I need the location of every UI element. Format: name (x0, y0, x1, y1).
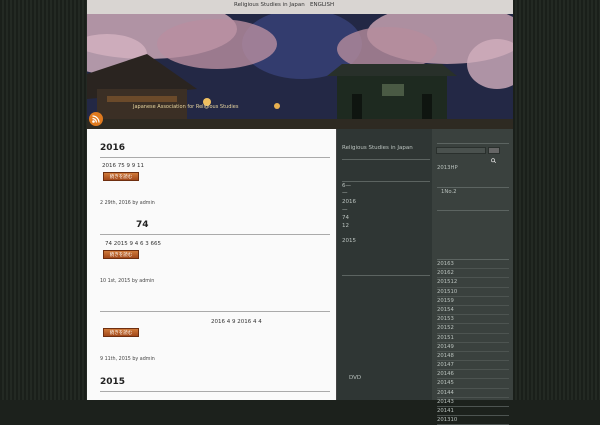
sidebar-divider (437, 143, 509, 144)
sidebar-link[interactable]: 2015 (342, 238, 356, 244)
left-background-stripe (0, 0, 87, 400)
search-icon (491, 158, 497, 164)
archive-item[interactable]: 20144 (437, 389, 509, 398)
post: 2015 (100, 377, 330, 392)
archive-item[interactable]: 201510 (437, 288, 509, 297)
sidebar-link[interactable]: 2013HP (437, 165, 458, 171)
archive-item[interactable]: 20148 (437, 352, 509, 362)
sidebar-link[interactable]: 2016 (342, 199, 356, 205)
site-description: Japanese Association for Religious Studi… (133, 104, 239, 110)
archive-item[interactable]: 20145 (437, 379, 509, 389)
sidebar-divider (342, 159, 430, 160)
read-more-button[interactable]: 続きを読む (103, 250, 139, 259)
header-banner: Japanese Association for Religious Studi… (87, 14, 513, 129)
post: 2016 (100, 143, 330, 158)
post-divider (100, 311, 330, 312)
sidebar-link[interactable]: 1No.2 (441, 189, 457, 195)
archive-item[interactable]: 20149 (437, 343, 509, 352)
post-meta: 10 1st, 2015 by admin (100, 279, 155, 284)
page-wrapper: Religious Studies in Japan ENGLISH Japan… (87, 0, 513, 425)
sidebar-divider (437, 187, 509, 188)
post (100, 299, 330, 312)
post-meta: 2 29th, 2016 by admin (100, 201, 155, 206)
sidebar-link[interactable]: 74 (342, 215, 349, 221)
post-divider (100, 391, 330, 392)
archive-item[interactable]: 20162 (437, 269, 509, 279)
archive-item[interactable]: 20151 (437, 334, 509, 343)
sidebar-heading[interactable]: Religious Studies in Japan (342, 145, 413, 151)
read-more-button[interactable]: 続きを読む (103, 328, 139, 337)
sidebar-link[interactable]: 12 (342, 223, 349, 229)
archive-item[interactable]: 20146 (437, 370, 509, 380)
sidebar-link-dvd[interactable]: DVD (349, 375, 361, 381)
cherry-blossom-temple-image (87, 14, 513, 129)
archive-item[interactable]: 20143 (437, 398, 509, 407)
archive-item[interactable]: 20147 (437, 361, 509, 371)
post-excerpt: 2016 4 9 2016 4 4 (211, 319, 262, 325)
search-input[interactable] (436, 147, 486, 154)
post-excerpt: 74 2015 9 4 6 3 665 (105, 241, 161, 247)
archive-item[interactable]: 201512 (437, 278, 509, 288)
sidebar-link[interactable]: — (342, 207, 348, 213)
archive-item[interactable]: 201310 (437, 416, 509, 425)
rss-icon[interactable] (89, 112, 103, 126)
post-title[interactable]: 2016 (100, 143, 330, 153)
archive-list: 20163 20162 201512 201510 20159 20154 20153 201… (437, 260, 509, 425)
sidebar-primary: Religious Studies in Japan 6— — 2016 — 7… (336, 129, 433, 400)
right-background-stripe (513, 0, 600, 400)
archive-item[interactable]: 20159 (437, 297, 509, 306)
main-content: 2016 2016 75 9 9 11 続きを読む 2 29th, 2016 b… (87, 129, 336, 400)
read-more-button[interactable]: 続きを読む (103, 172, 139, 181)
search-button[interactable] (488, 147, 500, 164)
archive-item[interactable]: 20163 (437, 260, 509, 270)
archive-item[interactable]: 20141 (437, 407, 509, 417)
sidebar-divider (342, 275, 430, 276)
sidebar-link[interactable]: — (342, 190, 348, 196)
archive-item[interactable]: 20152 (437, 324, 509, 334)
post-divider (100, 234, 330, 235)
nav-link-religious-studies[interactable]: Religious Studies in Japan (234, 2, 305, 8)
sidebar-secondary: 2013HP 1No.2 20163 20162 201512 201510 20159… (432, 129, 513, 425)
archive-item[interactable]: 20153 (437, 315, 509, 325)
post-title[interactable]: 2015 (100, 377, 330, 387)
archive-item[interactable]: 20154 (437, 306, 509, 316)
sidebar-divider (342, 181, 430, 182)
post-excerpt: 2016 75 9 9 11 (102, 163, 144, 169)
post: 74 (100, 220, 330, 235)
post-divider (100, 157, 330, 158)
post-title[interactable]: 74 (100, 220, 330, 230)
top-navigation: Religious Studies in Japan ENGLISH (87, 0, 513, 15)
sidebar-link[interactable]: 6— (342, 183, 351, 189)
post-meta: 9 11th, 2015 by admin (100, 357, 155, 362)
nav-link-english[interactable]: ENGLISH (310, 2, 334, 8)
sidebar-divider (437, 210, 509, 211)
